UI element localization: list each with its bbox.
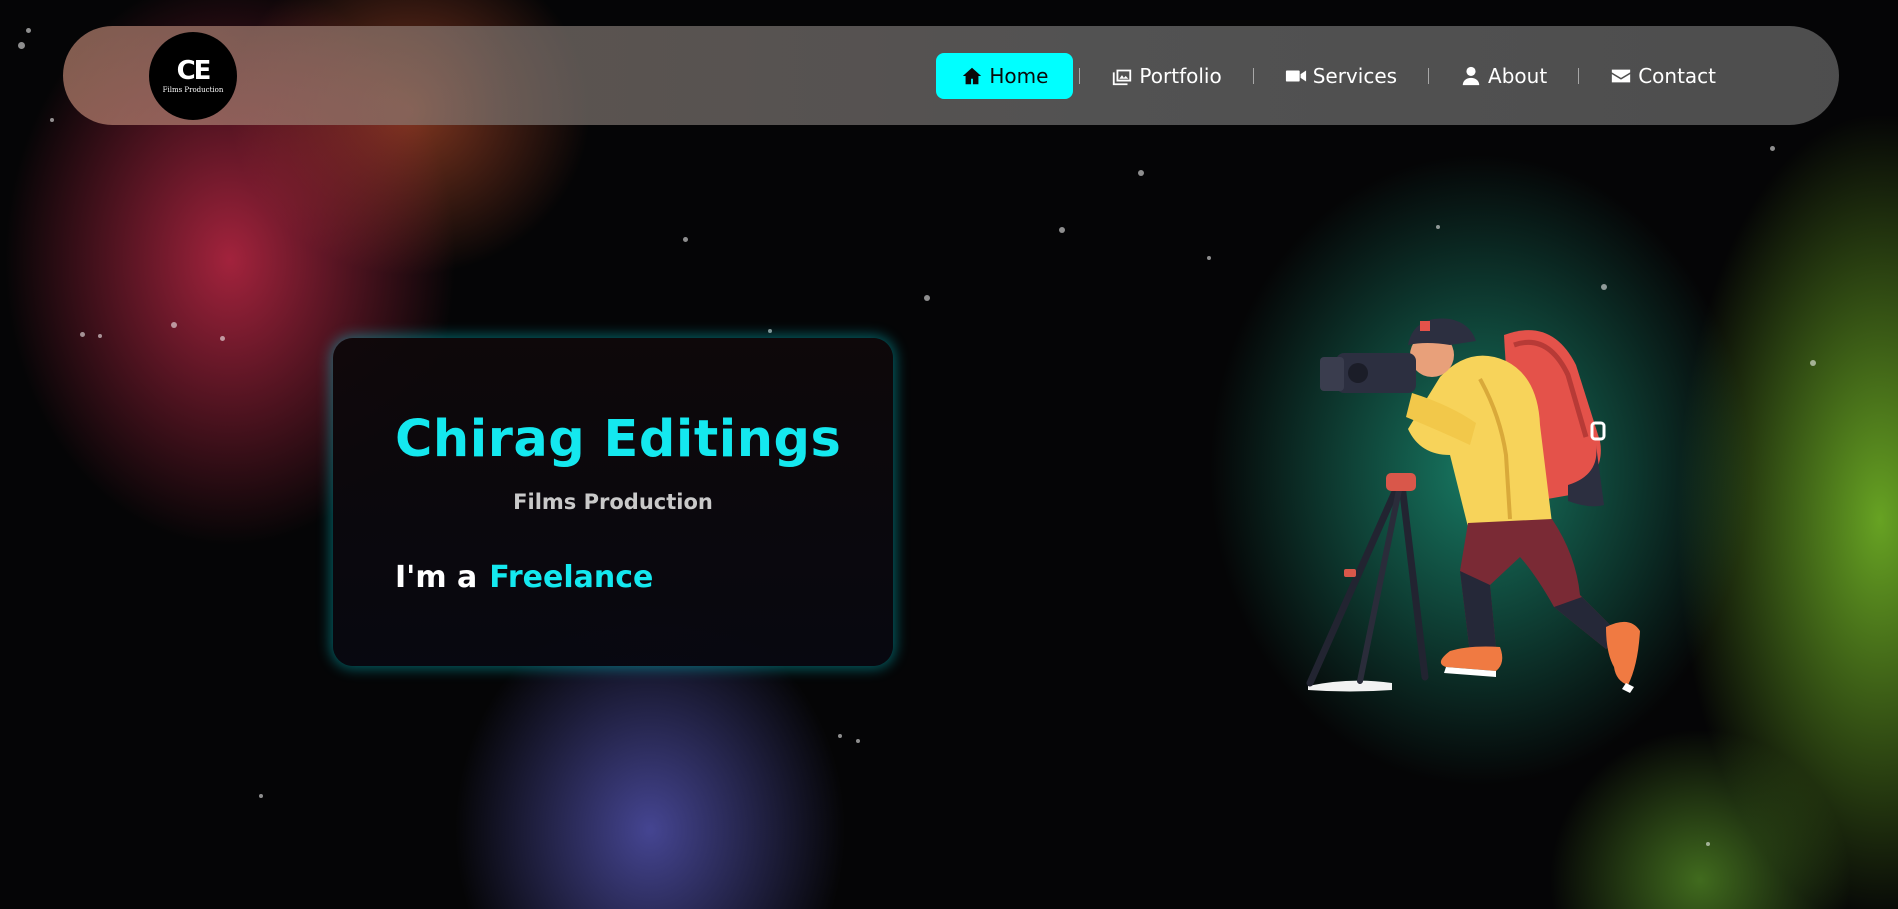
star-decoration: [1601, 284, 1607, 290]
star-decoration: [1059, 227, 1065, 233]
video-camera-icon: [1285, 70, 1306, 82]
star-decoration: [171, 322, 177, 328]
photographer-illustration: [1306, 318, 1640, 693]
hero-role: I'm a Freelance: [395, 560, 653, 595]
star-decoration: [18, 42, 25, 49]
nav-about-label: About: [1488, 64, 1548, 88]
star-decoration: [1207, 256, 1211, 260]
nav-portfolio-label: Portfolio: [1139, 64, 1222, 88]
star-decoration: [838, 734, 842, 738]
star-decoration: [26, 28, 31, 33]
nav-home-link[interactable]: Home: [936, 53, 1074, 99]
role-typed-word: Freelance: [489, 560, 654, 595]
nav-services-link[interactable]: Services: [1260, 53, 1422, 99]
role-prefix: I'm a: [395, 560, 478, 595]
hero-title: Chirag Editings: [395, 410, 842, 469]
star-decoration: [924, 295, 930, 301]
nav-separator: [1079, 68, 1081, 84]
star-decoration: [683, 237, 688, 242]
nav-separator: [1252, 68, 1254, 84]
star-decoration: [1810, 360, 1816, 366]
logo-mark: CE: [176, 56, 212, 86]
images-icon: [1113, 69, 1132, 86]
nav-contact-label: Contact: [1638, 64, 1716, 88]
star-decoration: [220, 336, 225, 341]
star-decoration: [50, 118, 54, 122]
envelope-icon: [1612, 69, 1631, 83]
user-icon: [1462, 66, 1480, 86]
nav-separator: [1428, 68, 1430, 84]
page-background: CE Films Production Home Portfolio Servi…: [0, 0, 1898, 909]
star-decoration: [259, 794, 263, 798]
star-decoration: [1138, 170, 1144, 176]
star-decoration: [1436, 225, 1440, 229]
nav-contact-link[interactable]: Contact: [1585, 53, 1741, 99]
star-decoration: [1706, 842, 1710, 846]
star-decoration: [1770, 146, 1775, 151]
star-decoration: [768, 329, 772, 333]
nav-services-label: Services: [1312, 64, 1398, 88]
brand-logo[interactable]: CE Films Production: [149, 32, 237, 120]
nav-links: Home Portfolio Services About Contact: [936, 53, 1741, 99]
hero-subtitle: Films Production: [513, 490, 713, 514]
logo-text: Films Production: [162, 86, 224, 94]
nav-home-label: Home: [989, 64, 1049, 88]
nav-separator: [1578, 68, 1580, 84]
home-icon: [963, 67, 982, 85]
nav-about-link[interactable]: About: [1435, 53, 1572, 99]
star-decoration: [80, 332, 85, 337]
hero-card: Chirag Editings Films Production I'm a Fr…: [333, 338, 893, 666]
nav-portfolio-link[interactable]: Portfolio: [1086, 53, 1246, 99]
star-decoration: [856, 739, 860, 743]
star-decoration: [98, 334, 102, 338]
navbar: CE Films Production Home Portfolio Servi…: [63, 26, 1839, 125]
